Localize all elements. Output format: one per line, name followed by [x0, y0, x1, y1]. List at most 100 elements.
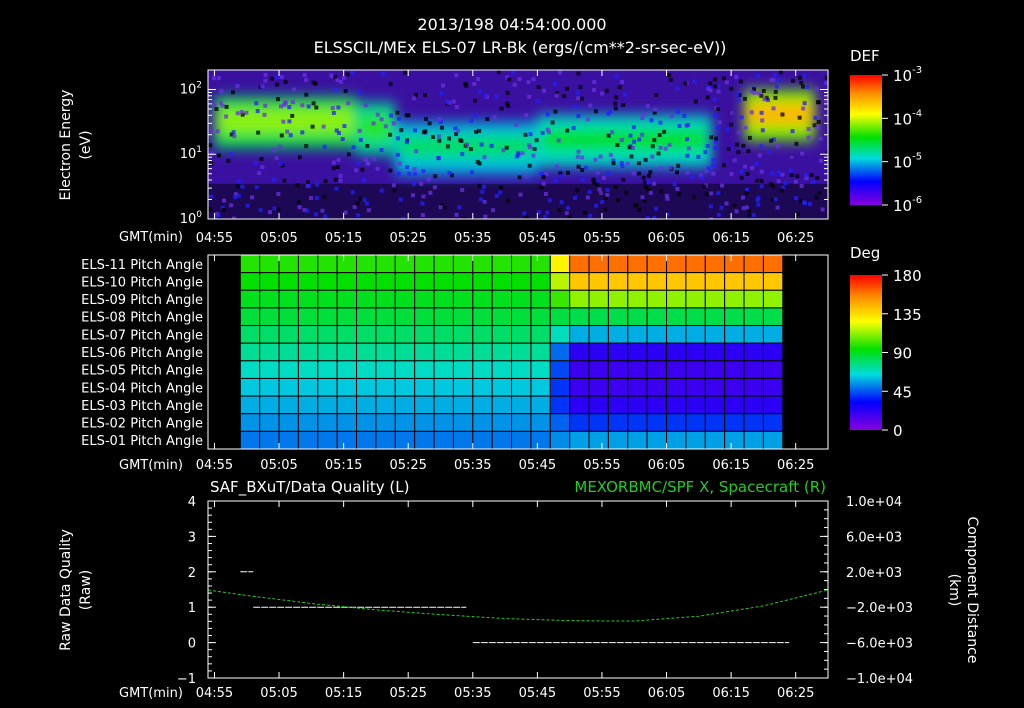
- pitch-cell: [588, 430, 609, 450]
- spectrogram-noise-speck: [407, 171, 412, 176]
- pitch-cell: [433, 254, 454, 274]
- pitch-cell: [491, 360, 513, 379]
- spectrogram-noise-speck: [454, 73, 459, 78]
- spectrogram-noise-speck: [431, 134, 436, 139]
- spectrogram-noise-speck: [421, 168, 426, 173]
- pitch-cell: [336, 430, 358, 450]
- spectrogram-noise-speck: [336, 158, 341, 163]
- spectrogram-noise-speck: [709, 191, 714, 196]
- pitch-cell: [433, 325, 454, 344]
- spectrogram-noise-speck: [778, 70, 783, 75]
- spectrogram-noise-speck: [628, 133, 633, 138]
- pitch-cell: [607, 395, 629, 415]
- pitch-cell: [743, 377, 764, 397]
- energy-x-tick-label-3: 05:25: [389, 231, 426, 246]
- deg-colorbar-tick-label-4: 0: [893, 422, 903, 440]
- spectrogram-noise-speck: [592, 87, 597, 92]
- spectrogram-noise-speck: [358, 137, 363, 142]
- spectrogram-noise-speck: [667, 73, 672, 78]
- spectrogram-noise-speck: [454, 212, 459, 217]
- pitch-cell: [762, 325, 784, 344]
- pitch-cell: [375, 430, 396, 450]
- spectrogram-noise-speck: [714, 136, 719, 141]
- pitch-cell: [259, 430, 280, 450]
- spectrogram-noise-speck: [804, 173, 809, 178]
- spectrogram-noise-speck: [288, 133, 293, 138]
- spectrogram-noise-speck: [802, 73, 807, 78]
- pitch-cell: [549, 430, 571, 450]
- spectrogram-noise-speck: [759, 169, 764, 174]
- spectrogram-noise-speck: [776, 179, 781, 184]
- spectrogram-noise-speck: [819, 158, 824, 163]
- spectrogram-noise-speck: [230, 90, 235, 95]
- spectrogram-noise-speck: [361, 178, 366, 183]
- spectrogram-noise-speck: [253, 161, 258, 166]
- spectrogram-noise-speck: [216, 153, 221, 158]
- pitch-cell: [433, 360, 454, 379]
- spectrogram-noise-speck: [482, 199, 487, 204]
- spectrogram-noise-speck: [505, 101, 510, 106]
- spectrogram-noise-speck: [745, 171, 750, 176]
- pitch-cell: [491, 342, 513, 362]
- spectrogram-noise-speck: [653, 107, 658, 112]
- spectrogram-noise-speck: [716, 106, 721, 111]
- quality-x-tick-label-4: 05:35: [454, 686, 491, 701]
- quality-right-title: MEXORBMC/SPF X, Spacecraft (R): [574, 478, 826, 496]
- spectrogram-noise-speck: [442, 205, 447, 210]
- spectrogram-noise-speck: [744, 191, 749, 196]
- pitch-cell: [375, 325, 396, 344]
- spectrogram-noise-speck: [311, 80, 316, 85]
- pitch-cell: [259, 342, 280, 362]
- pitch-cell: [762, 254, 784, 274]
- spectrogram-noise-speck: [788, 168, 793, 173]
- pitch-cell: [452, 289, 474, 309]
- pitch-cell: [646, 254, 668, 274]
- pitch-cell: [278, 413, 299, 432]
- spectrogram-noise-speck: [775, 205, 780, 210]
- energy-x-tick-label-6: 05:55: [583, 231, 620, 246]
- quality-right-tick-label-3: −2.0e+03: [846, 601, 913, 616]
- spectrogram-noise-speck: [275, 82, 280, 87]
- pitch-cell: [724, 360, 745, 379]
- pitch-cell: [607, 377, 629, 397]
- spectrogram-noise-speck: [396, 116, 401, 121]
- pitch-cell: [491, 377, 513, 397]
- spectrogram-noise-speck: [675, 86, 680, 91]
- spectrogram-noise-speck: [797, 75, 802, 80]
- spectrogram-noise-speck: [250, 195, 255, 200]
- pitch-x-label: GMT(min): [119, 458, 183, 473]
- spectrogram-noise-speck: [219, 101, 224, 106]
- spectrogram-noise-speck: [565, 128, 570, 133]
- spectrogram-band-core-4: [748, 102, 812, 126]
- spectrogram-noise-speck: [420, 201, 425, 206]
- spectrogram-noise-speck: [645, 104, 650, 109]
- pitch-cell: [394, 289, 416, 309]
- pitch-cell: [743, 342, 764, 362]
- spectrogram-noise-speck: [575, 188, 580, 193]
- spectrogram-noise-speck: [790, 129, 795, 134]
- spectrogram-noise-speck: [479, 142, 484, 147]
- spectrogram-noise-speck: [507, 77, 512, 82]
- pitch-cell: [724, 377, 745, 397]
- pitch-cell: [278, 272, 299, 291]
- spectrogram-noise-speck: [483, 214, 488, 219]
- spectrogram-noise-speck: [276, 192, 281, 197]
- spectrogram-noise-speck: [736, 130, 741, 135]
- deg-colorbar-ticks: 180 135 90 45 0: [882, 267, 922, 440]
- pitch-cell: [472, 254, 493, 274]
- quality-right-y-unit: (km): [946, 574, 962, 607]
- spectrogram-noise-speck: [713, 146, 718, 151]
- spectrogram-noise-speck: [505, 90, 510, 95]
- pitch-cell: [569, 430, 590, 450]
- pitch-cell: [336, 254, 358, 274]
- spectrogram-noise-speck: [773, 89, 778, 94]
- pitch-cell: [588, 272, 609, 291]
- pitch-cell: [607, 325, 629, 344]
- spectrogram-noise-speck: [665, 196, 670, 201]
- quality-left-tick-label-3: 1: [188, 601, 196, 616]
- spectrogram-noise-speck: [761, 88, 766, 93]
- spectrogram-noise-speck: [713, 113, 718, 118]
- pitch-cell: [530, 395, 551, 415]
- pitch-cell: [278, 325, 299, 344]
- spectrogram-noise-speck: [363, 157, 368, 162]
